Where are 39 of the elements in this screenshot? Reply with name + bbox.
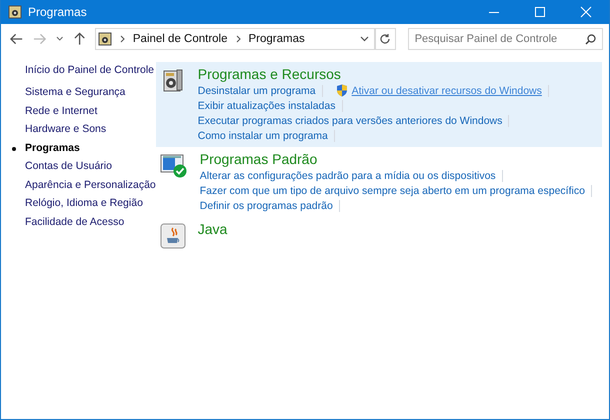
shield-icon — [336, 84, 348, 97]
sidebar-item[interactable]: Contas de Usuário — [25, 160, 112, 172]
sidebar-item[interactable]: Programas — [25, 142, 80, 154]
chevron-icon — [120, 35, 125, 43]
search-icon[interactable] — [585, 34, 596, 44]
link[interactable]: Definir os programas padrão — [200, 200, 333, 212]
category-title[interactable]: Programas Padrão — [200, 150, 596, 168]
category-title[interactable]: Programas e Recursos — [198, 65, 553, 83]
control-panel-icon — [8, 5, 22, 19]
category-title[interactable]: Java — [198, 220, 228, 238]
sidebar-item[interactable]: Facilidade de Acesso — [25, 216, 124, 228]
control-panel-icon — [98, 32, 112, 46]
sidebar-link[interactable]: Início do Painel de Controle — [25, 64, 156, 76]
coffee-cup-icon[interactable] — [160, 223, 186, 249]
refresh-icon[interactable] — [379, 33, 392, 45]
back-icon[interactable] — [10, 33, 24, 45]
search-field[interactable]: Pesquisar Painel de Controle — [408, 28, 604, 50]
breadcrumb[interactable]: Programas — [248, 33, 305, 45]
up-icon[interactable] — [74, 32, 85, 46]
link[interactable]: Exibir atualizações instaladas — [198, 100, 336, 112]
sidebar-item[interactable]: Hardware e Sons — [25, 123, 106, 135]
sidebar-item[interactable]: Rede e Internet — [25, 104, 98, 116]
refresh-button[interactable] — [374, 28, 396, 50]
dropdown-icon[interactable] — [360, 36, 369, 42]
window-title: Programas — [28, 5, 87, 19]
link[interactable]: Desinstalar um programa — [198, 84, 316, 96]
bullet-icon — [12, 146, 16, 150]
sidebar-item[interactable]: Aparência e Personalização — [25, 178, 156, 190]
link[interactable]: Executar programas criados para versões anteriores do Windows — [198, 114, 502, 126]
sidebar-item[interactable]: Relógio, Idioma e Região — [25, 197, 143, 209]
dropdown-icon[interactable] — [56, 36, 64, 42]
chevron-icon — [236, 35, 241, 43]
address-bar[interactable]: Painel de Controle Programas — [94, 28, 375, 50]
link[interactable]: Fazer com que um tipo de arquivo sempre seja aberto em um programa específico — [200, 184, 585, 196]
default-programs-icon[interactable] — [160, 153, 188, 179]
link[interactable]: Alterar as configurações padrão para a mídia ou os dispositivos — [200, 170, 496, 182]
breadcrumb[interactable]: Painel de Controle — [132, 33, 228, 45]
link[interactable]: Como instalar um programa — [198, 130, 328, 142]
sidebar-item[interactable]: Sistema e Segurança — [25, 86, 126, 98]
